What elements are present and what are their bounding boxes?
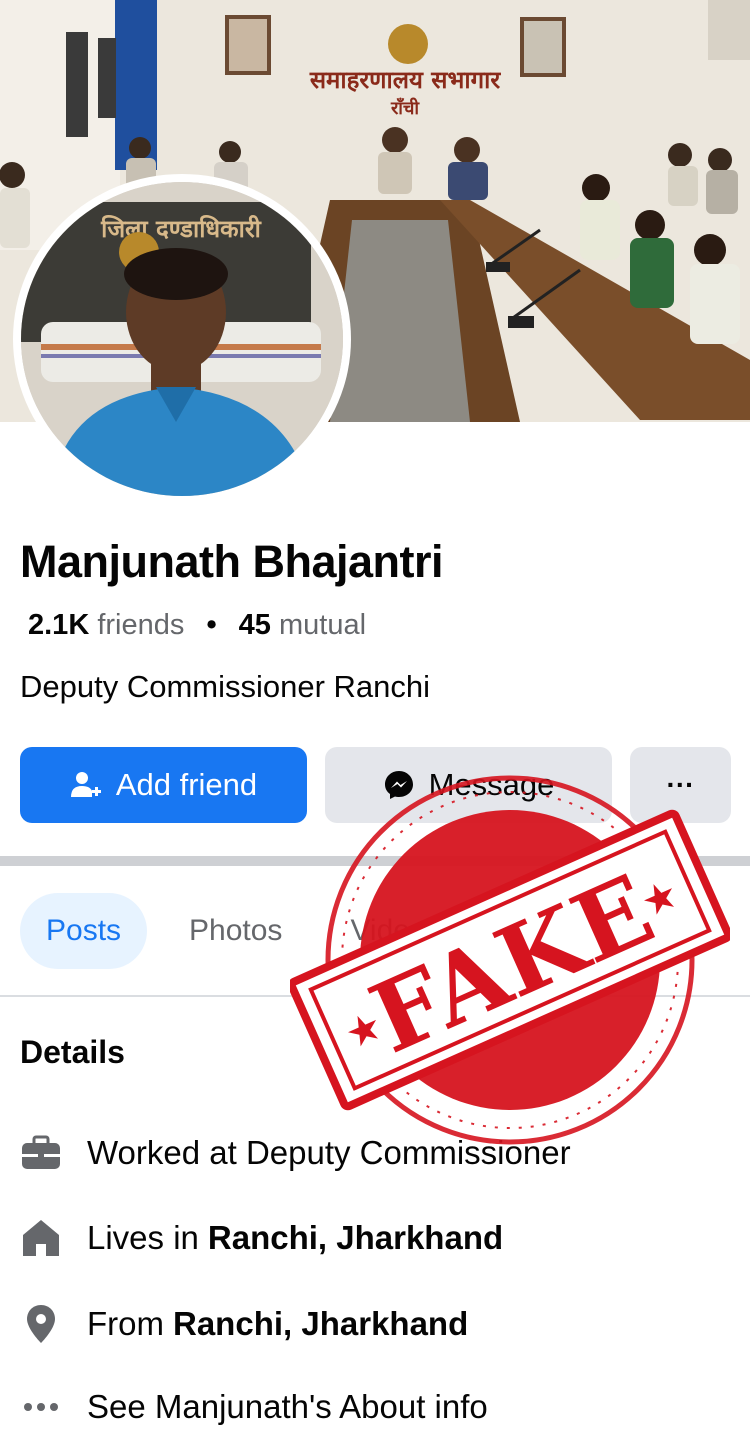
friends-stats[interactable]: 2.1K friends • 45 mutual bbox=[28, 609, 366, 642]
mutual-count: 45 bbox=[238, 609, 271, 641]
cover-banner-text: समाहरणालय सभागार bbox=[309, 66, 502, 94]
ellipsis-icon bbox=[20, 1386, 62, 1428]
fake-stamp: ★ ★ FAKE bbox=[287, 770, 733, 1150]
briefcase-icon bbox=[20, 1132, 62, 1174]
home-icon bbox=[20, 1217, 62, 1259]
avatar-photo: जिला दण्डाधिकारी bbox=[21, 182, 343, 496]
friends-label: friends bbox=[97, 609, 185, 641]
add-friend-button[interactable]: Add friend bbox=[20, 747, 307, 823]
detail-from-place[interactable]: Ranchi, Jharkhand bbox=[173, 1305, 468, 1343]
detail-lives: Lives in Ranchi, Jharkhand bbox=[20, 1213, 503, 1263]
add-user-icon bbox=[70, 769, 102, 801]
details-heading: Details bbox=[20, 1034, 125, 1070]
separator-dot: • bbox=[206, 609, 217, 641]
detail-lives-prefix: Lives in bbox=[87, 1219, 199, 1256]
detail-about-link[interactable]: See Manjunath's About info bbox=[20, 1382, 488, 1432]
cover-banner-subtext: राँची bbox=[390, 97, 420, 119]
tab-photos[interactable]: Photos bbox=[163, 893, 308, 969]
detail-from-prefix: From bbox=[87, 1305, 164, 1342]
friends-count: 2.1K bbox=[28, 609, 90, 641]
detail-about-text: See Manjunath's About info bbox=[87, 1388, 488, 1425]
detail-lives-place[interactable]: Ranchi, Jharkhand bbox=[208, 1219, 503, 1257]
profile-name: Manjunath Bhajantri bbox=[20, 536, 444, 587]
profile-avatar[interactable]: जिला दण्डाधिकारी bbox=[13, 174, 351, 504]
profile-bio: Deputy Commissioner Ranchi bbox=[20, 669, 431, 704]
location-pin-icon bbox=[20, 1303, 62, 1345]
add-friend-label: Add friend bbox=[115, 767, 258, 802]
tab-posts[interactable]: Posts bbox=[20, 893, 148, 969]
detail-from: From Ranchi, Jharkhand bbox=[20, 1299, 468, 1349]
mutual-label: mutual bbox=[278, 609, 367, 641]
